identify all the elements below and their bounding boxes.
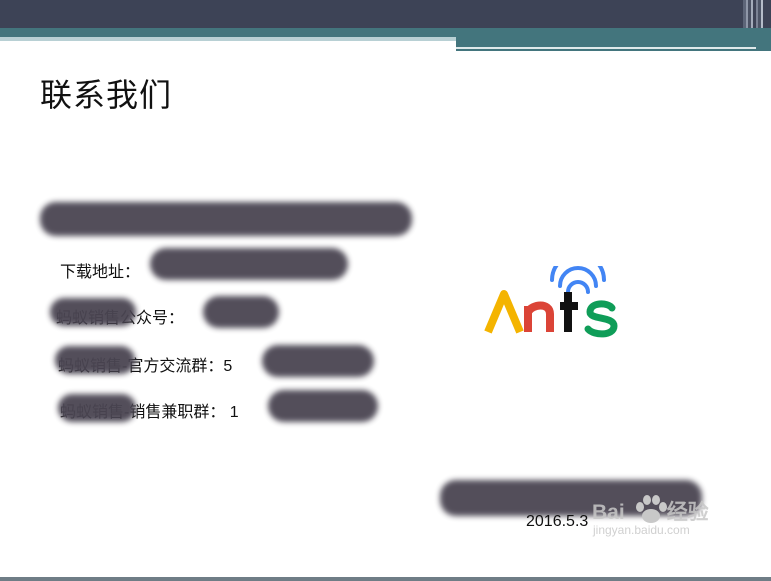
- bottom-border: [0, 577, 771, 581]
- redacted-account-id: [203, 296, 279, 328]
- redacted-heading: [40, 202, 412, 236]
- light-band: [0, 37, 456, 41]
- presentation-slide: 联系我们 下载地址： 蚂蚁销售公众号： 蚂蚁销售-官方交流群：5 蚂蚁销售-销售…: [0, 0, 771, 581]
- redacted-group-prefix: [55, 346, 135, 374]
- watermark-url: jingyan.baidu.com: [593, 523, 690, 537]
- download-address-label: 下载地址：: [60, 264, 141, 281]
- watermark-suffix: 经验: [666, 501, 709, 524]
- header-bar: [0, 0, 771, 28]
- paw-icon: [636, 495, 667, 523]
- redacted-parttime-prefix: [58, 394, 136, 422]
- redacted-download-url: [150, 248, 348, 280]
- slide-title: 联系我们: [40, 77, 173, 113]
- ants-logo-graphic: [484, 252, 618, 338]
- teal-band: [0, 28, 771, 37]
- redacted-parttime-number: [268, 390, 378, 422]
- shelf-line: [456, 47, 756, 49]
- watermark-text: Bai: [592, 501, 625, 524]
- ants-logo: [484, 252, 624, 338]
- redacted-group-number: [262, 345, 374, 377]
- redacted-account-prefix: [50, 298, 136, 326]
- slide-date: 2016.5.3: [526, 513, 589, 530]
